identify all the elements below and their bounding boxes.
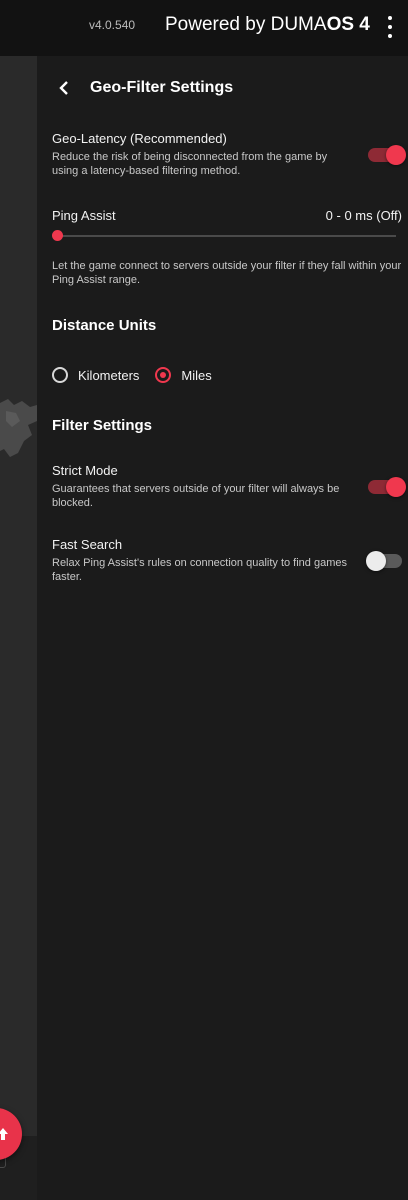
fast-search-row: Fast Search Relax Ping Assist's rules on… bbox=[52, 537, 402, 584]
distance-units-radio-group: Kilometers Miles bbox=[52, 367, 228, 383]
page-title: Geo-Filter Settings bbox=[90, 79, 234, 96]
ping-assist-description-row: Let the game connect to servers outside … bbox=[52, 255, 402, 287]
radio-miles[interactable]: Miles bbox=[155, 367, 212, 383]
strict-mode-description: Guarantees that servers outside of your … bbox=[52, 483, 340, 509]
radio-kilometers-label: Kilometers bbox=[78, 367, 140, 383]
fast-search-toggle[interactable] bbox=[366, 551, 402, 571]
geo-latency-title: Geo-Latency (Recommended) bbox=[52, 131, 227, 146]
slider-thumb[interactable] bbox=[52, 230, 63, 241]
toggle-knob bbox=[386, 477, 406, 497]
radio-miles-label: Miles bbox=[181, 367, 212, 383]
strict-mode-title: Strict Mode bbox=[52, 463, 118, 478]
radio-circle-selected bbox=[155, 367, 172, 383]
top-bar: v4.0.540 Powered by DUMAOS 4 bbox=[0, 0, 408, 56]
distance-units-heading: Distance Units bbox=[52, 317, 157, 334]
fast-search-description: Relax Ping Assist's rules on connection … bbox=[52, 557, 347, 583]
brand-logo: Powered by DUMAOS 4 bbox=[165, 14, 370, 36]
brand-prefix: Powered by DUMA bbox=[165, 14, 327, 35]
geo-filter-settings-panel: Geo-Filter Settings Geo-Latency (Recomme… bbox=[37, 56, 408, 1200]
version-label: v4.0.540 bbox=[89, 18, 136, 32]
kebab-menu-icon[interactable] bbox=[382, 16, 398, 38]
filter-settings-heading: Filter Settings bbox=[52, 417, 153, 434]
panel-header: Geo-Filter Settings bbox=[52, 76, 233, 100]
map-landmass-shape bbox=[0, 399, 37, 457]
ping-assist-slider[interactable] bbox=[52, 230, 396, 242]
strict-mode-row: Strict Mode Guarantees that servers outs… bbox=[52, 463, 406, 510]
radio-kilometers[interactable]: Kilometers bbox=[52, 367, 139, 383]
slider-track bbox=[56, 235, 396, 237]
radio-circle bbox=[52, 367, 68, 383]
toggle-knob bbox=[366, 551, 386, 571]
geo-latency-toggle[interactable] bbox=[368, 145, 406, 165]
brand-suffix: OS 4 bbox=[326, 14, 370, 35]
geo-latency-row: Geo-Latency (Recommended) Reduce the ris… bbox=[52, 131, 406, 178]
ping-assist-value: 0 - 0 ms (Off) bbox=[325, 208, 402, 223]
ping-assist-row: Ping Assist 0 - 0 ms (Off) bbox=[52, 208, 402, 241]
ping-assist-description: Let the game connect to servers outside … bbox=[52, 260, 402, 286]
toggle-knob bbox=[386, 145, 406, 165]
strict-mode-toggle[interactable] bbox=[368, 477, 406, 497]
fast-search-title: Fast Search bbox=[52, 537, 123, 552]
geo-latency-description: Reduce the risk of being disconnected fr… bbox=[52, 151, 328, 177]
arrow-up-icon bbox=[0, 1128, 8, 1140]
back-button[interactable] bbox=[52, 76, 76, 100]
map-background bbox=[0, 56, 37, 1200]
chevron-left-icon bbox=[59, 81, 68, 95]
